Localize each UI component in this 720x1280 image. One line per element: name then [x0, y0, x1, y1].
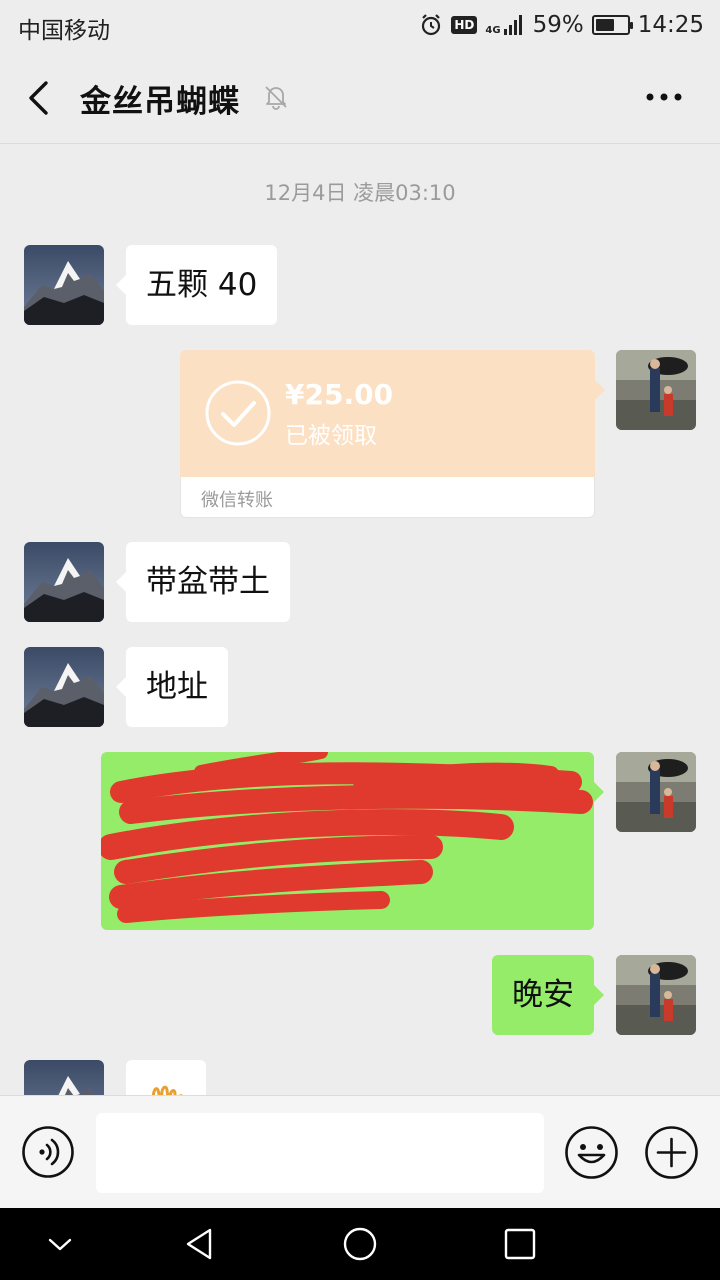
transfer-card-footer: 微信转账 [180, 477, 595, 518]
message-bubble[interactable]: 地址 [116, 647, 228, 727]
status-icons: HD 4G 59% 14:25 [419, 10, 704, 40]
bell-off-icon [265, 86, 287, 110]
system-nav-bar [0, 1208, 720, 1280]
signal-icon: 4G [485, 14, 524, 36]
battery-level [595, 19, 614, 31]
message-bubble[interactable]: 晚安 [492, 955, 604, 1035]
carrier-name: 中国移动 [18, 18, 110, 44]
self-avatar[interactable] [616, 350, 696, 430]
chevron-left-icon[interactable] [22, 78, 58, 118]
contact-avatar[interactable] [24, 245, 104, 325]
message-timestamp: 12月4日 凌晨03:10 [264, 181, 456, 205]
self-avatar[interactable] [616, 752, 696, 832]
contact-avatar[interactable] [24, 1060, 104, 1095]
chat-input-bar [0, 1095, 720, 1208]
self-avatar[interactable] [616, 955, 696, 1035]
emoji-icon[interactable] [564, 1125, 619, 1180]
redaction-scribble [98, 745, 593, 923]
plus-icon[interactable] [644, 1125, 699, 1180]
status-bar: 中国移动 HD 4G 59% 14:25 [0, 0, 720, 50]
alarm-icon [422, 14, 441, 36]
clock: 14:25 [637, 12, 704, 38]
chat-area[interactable]: 12月4日 凌晨03:10 五颗 40 ¥25.00 已被领取 微信转账 带盆带… [0, 145, 720, 1095]
nav-recents-icon[interactable] [502, 1226, 538, 1262]
message-input[interactable] [96, 1113, 544, 1193]
transfer-card[interactable]: ¥25.00 已被领取 微信转账 [180, 350, 605, 518]
transfer-label: 微信转账 [201, 490, 273, 511]
nav-collapse-icon[interactable] [42, 1226, 78, 1262]
transfer-card-body: ¥25.00 已被领取 [180, 350, 605, 477]
sticker-message[interactable] [126, 1060, 206, 1095]
voice-icon[interactable] [21, 1125, 75, 1179]
contact-avatar[interactable] [24, 542, 104, 622]
check-circle-icon [205, 380, 271, 446]
contact-avatar[interactable] [24, 647, 104, 727]
message-bubble[interactable]: 带盆带土 [116, 542, 290, 622]
battery-percent: 59% [532, 12, 584, 38]
transfer-amount: ¥25.00 [285, 378, 394, 411]
transfer-status: 已被领取 [285, 423, 377, 449]
redacted-message-bubble[interactable] [98, 745, 604, 930]
battery-icon [591, 15, 633, 35]
chat-header: 金丝吊蝴蝶 [0, 50, 720, 144]
nav-home-icon[interactable] [342, 1226, 378, 1262]
more-horizontal-icon[interactable] [644, 84, 684, 110]
hd-badge: HD [451, 16, 478, 34]
nav-back-icon[interactable] [182, 1226, 218, 1262]
message-bubble[interactable]: 五颗 40 [115, 245, 278, 325]
hand-wave-icon [152, 1085, 183, 1095]
chat-title: 金丝吊蝴蝶 [80, 84, 240, 120]
